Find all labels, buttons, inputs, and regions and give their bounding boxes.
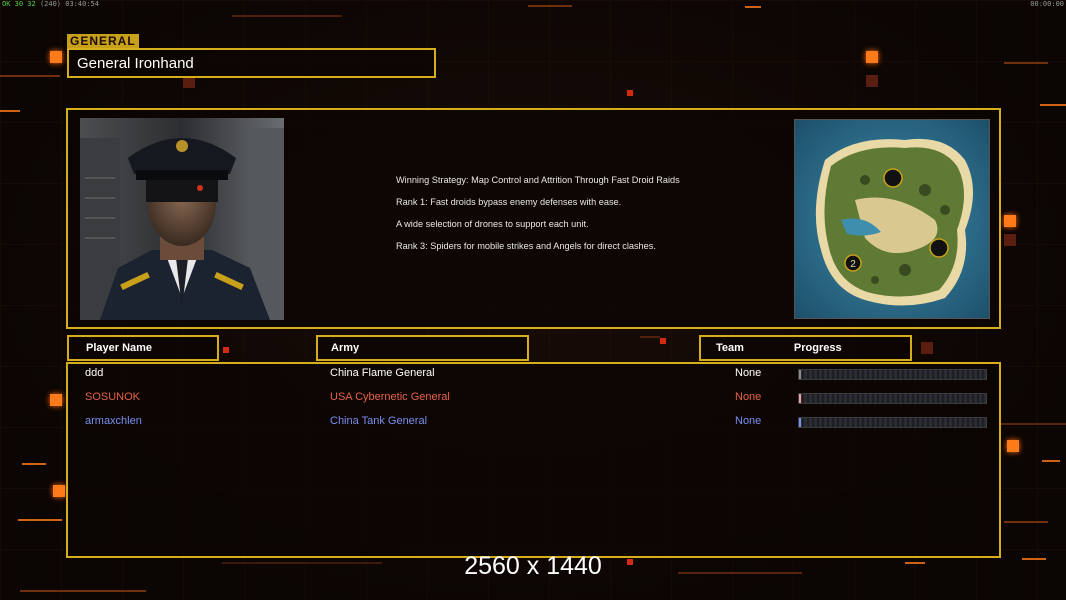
player-team: None [735, 415, 762, 427]
player-team: None [735, 367, 762, 379]
deco-line [18, 519, 62, 521]
deco-line [20, 590, 146, 592]
strategy-line: A wide selection of drones to support ea… [396, 219, 589, 229]
deco-line [232, 15, 342, 17]
deco-square [50, 394, 62, 406]
deco-line [1001, 423, 1066, 425]
progress-fill [799, 370, 801, 379]
deco-square [1004, 234, 1016, 246]
deco-line [1004, 62, 1048, 64]
progress-bar [798, 417, 987, 428]
player-row: armaxchlen China Tank General None [85, 415, 990, 431]
general-tag: GENERAL [67, 34, 139, 48]
progress-bar [798, 369, 987, 380]
progress-fill [799, 418, 801, 427]
strategy-description: Winning Strategy: Map Control and Attrit… [396, 174, 696, 262]
deco-line [0, 75, 60, 77]
deco-line [1042, 460, 1060, 462]
resolution-label: 2560 x 1440 [464, 552, 602, 580]
strategy-line: Winning Strategy: Map Control and Attrit… [396, 175, 680, 185]
clock: 00:00:00 [1030, 0, 1064, 8]
player-name: ddd [85, 367, 104, 379]
map-spawn-label: 2 [850, 259, 856, 270]
deco-line [0, 110, 20, 112]
header-player-name: Player Name [67, 335, 219, 361]
player-row: ddd China Flame General None [85, 367, 990, 383]
strategy-line: Rank 3: Spiders for mobile strikes and A… [396, 241, 656, 251]
player-name: armaxchlen [85, 415, 142, 427]
header-progress: Progress [793, 342, 842, 354]
progress-fill [799, 394, 801, 403]
deco-square [53, 485, 65, 497]
player-team: None [735, 391, 762, 403]
header-team-progress: Team Progress [699, 335, 912, 361]
deco-square [866, 51, 878, 63]
player-army: China Flame General [330, 367, 435, 379]
strategy-line: Rank 1: Fast droids bypass enemy defense… [396, 197, 622, 207]
deco-square [921, 342, 933, 354]
player-row: SOSUNOK USA Cybernetic General None [85, 391, 990, 407]
general-portrait [80, 118, 284, 320]
deco-line [745, 6, 761, 8]
deco-line [640, 336, 660, 338]
deco-line [22, 463, 46, 465]
fps-readout: OK 30 32 [2, 0, 36, 8]
map-preview[interactable]: 2 [794, 119, 990, 319]
player-army: USA Cybernetic General [330, 391, 450, 403]
player-army: China Tank General [330, 415, 428, 427]
header-team: Team [716, 342, 744, 354]
general-name: General Ironhand [67, 48, 436, 78]
debug-stats: OK 30 32 (240) 03:40:54 [2, 0, 99, 8]
session-time: 03:40:54 [65, 0, 99, 8]
deco-square [50, 51, 62, 63]
deco-line [1040, 104, 1066, 106]
deco-square [1007, 440, 1019, 452]
deco-square [223, 347, 229, 353]
deco-square [1004, 215, 1016, 227]
fps-cap: (240) [39, 0, 62, 8]
progress-bar [798, 393, 987, 404]
deco-square [866, 75, 878, 87]
deco-line [528, 5, 572, 7]
header-army: Army [316, 335, 529, 361]
deco-square [660, 338, 666, 344]
player-name: SOSUNOK [85, 391, 141, 403]
deco-line [1004, 521, 1048, 523]
deco-square [627, 90, 633, 96]
